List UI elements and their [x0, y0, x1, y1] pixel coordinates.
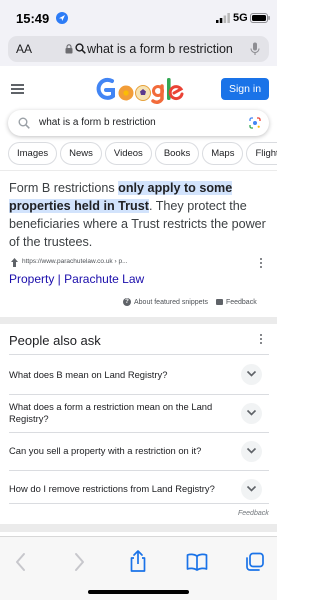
section-divider: [0, 524, 277, 532]
search-query-text[interactable]: what is a form b restriction: [39, 117, 156, 128]
paa-question[interactable]: Can you sell a property with a restricti…: [9, 445, 227, 457]
search-icon: [18, 117, 30, 129]
help-icon: ?: [123, 298, 131, 306]
reader-options-button[interactable]: AA: [16, 42, 32, 56]
search-filter-chips: ImagesNewsVideosBooksMapsFlightsT: [8, 142, 277, 166]
status-bar: 15:49 5G: [0, 0, 277, 34]
chevron-down-icon[interactable]: [241, 441, 262, 462]
featured-snippet-text: Form B restrictions only apply to some p…: [9, 179, 271, 251]
status-time: 15:49: [16, 11, 50, 26]
tabs-icon[interactable]: [245, 552, 265, 572]
google-doodle-logo[interactable]: [95, 72, 185, 108]
share-icon[interactable]: [128, 549, 148, 573]
address-text[interactable]: what is a form b restriction: [87, 42, 233, 56]
google-header: Sign in: [0, 66, 277, 110]
menu-icon[interactable]: [11, 84, 24, 94]
section-divider: [0, 317, 277, 324]
paa-question[interactable]: How do I remove restrictions from Land R…: [9, 483, 227, 495]
browser-address-area: AA what is a form b restriction: [0, 34, 277, 66]
chip-maps[interactable]: Maps: [202, 142, 244, 165]
people-also-ask-title: People also ask: [9, 333, 101, 348]
paa-question-row[interactable]: What does B mean on Land Registry?: [9, 354, 269, 394]
bookmarks-icon[interactable]: [186, 552, 208, 572]
chip-images[interactable]: Images: [8, 142, 58, 165]
snippet-footer: ? About featured snippets Feedback: [123, 298, 257, 306]
chip-news[interactable]: News: [60, 142, 102, 165]
sign-in-button[interactable]: Sign in: [221, 78, 269, 100]
snippet-text-before: Form B restrictions: [9, 181, 119, 195]
paa-feedback-link[interactable]: Feedback: [238, 510, 269, 517]
result-title-link[interactable]: Property | Parachute Law: [9, 272, 144, 286]
paa-more-options-icon[interactable]: [259, 334, 263, 346]
google-search-box[interactable]: what is a form b restriction: [8, 110, 269, 136]
paa-question-row[interactable]: Can you sell a property with a restricti…: [9, 432, 269, 470]
network-type: 5G: [233, 12, 248, 24]
source-url[interactable]: https://www.parachutelaw.co.uk › p...: [22, 258, 128, 265]
address-bar[interactable]: AA what is a form b restriction: [8, 36, 269, 62]
site-favicon-icon: [11, 258, 18, 267]
chip-flights[interactable]: Flights: [246, 142, 277, 165]
search-icon: [75, 43, 86, 54]
divider: [0, 170, 277, 171]
chevron-down-icon[interactable]: [241, 364, 262, 385]
chip-videos[interactable]: Videos: [104, 142, 152, 165]
chevron-down-icon[interactable]: [241, 403, 262, 424]
paa-question-row[interactable]: What does a form a restriction mean on t…: [9, 394, 269, 432]
location-arrow-icon: [56, 12, 68, 24]
forward-icon[interactable]: [72, 552, 86, 572]
mic-icon[interactable]: [250, 42, 260, 56]
signal-icon: [216, 13, 230, 23]
home-indicator[interactable]: [88, 590, 189, 594]
chevron-down-icon[interactable]: [241, 479, 262, 500]
snippet-feedback-link[interactable]: Feedback: [226, 299, 257, 306]
paa-question-row[interactable]: How do I remove restrictions from Land R…: [9, 470, 269, 504]
lens-icon[interactable]: [249, 117, 261, 129]
about-snippets-link[interactable]: About featured snippets: [134, 299, 208, 306]
feedback-icon: [215, 299, 223, 305]
lock-icon: [65, 44, 73, 54]
paa-question[interactable]: What does a form a restriction mean on t…: [9, 401, 227, 425]
chip-books[interactable]: Books: [154, 142, 200, 165]
more-options-icon[interactable]: [259, 258, 263, 270]
back-icon[interactable]: [14, 552, 28, 572]
paa-question[interactable]: What does B mean on Land Registry?: [9, 369, 227, 381]
battery-icon: [250, 13, 270, 23]
